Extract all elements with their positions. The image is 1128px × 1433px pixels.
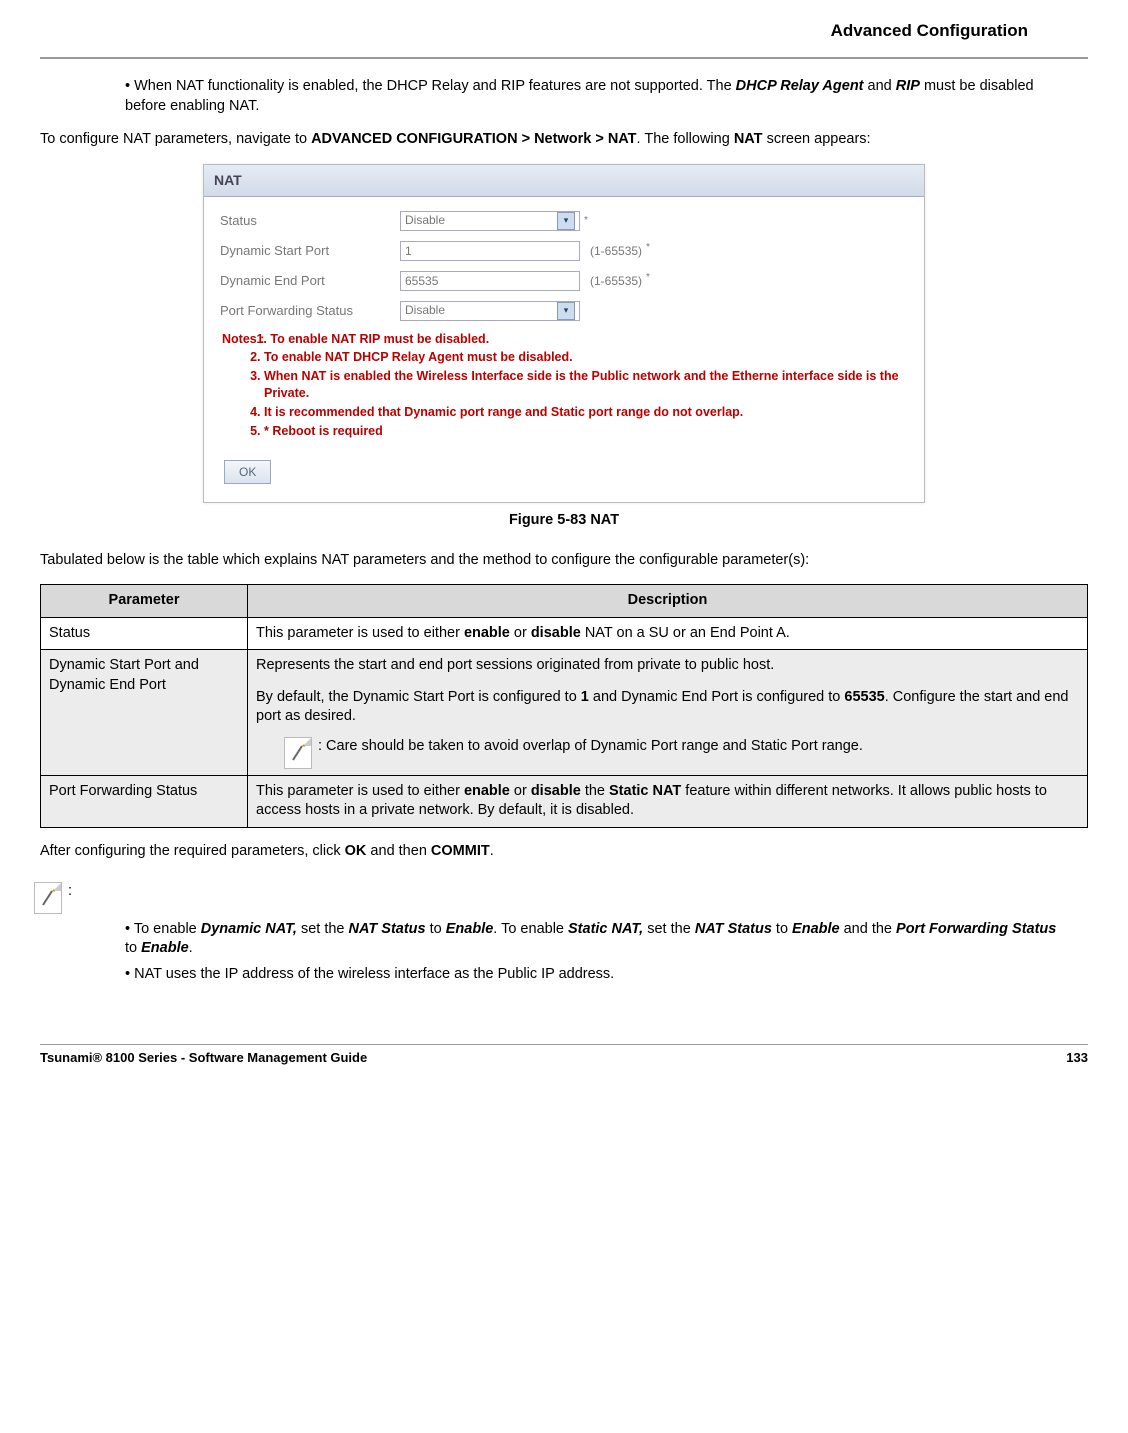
footer-title: Tsunami® 8100 Series - Software Manageme… <box>40 1049 367 1067</box>
range-dynamic-start: (1-65535)* <box>590 241 650 259</box>
parameters-table: Parameter Description Status This parame… <box>40 584 1088 828</box>
header-rule <box>40 57 1088 59</box>
bottom-note-list: • To enable Dynamic NAT, set the NAT Sta… <box>125 920 1068 985</box>
select-status[interactable]: Disable ▾ <box>400 211 580 231</box>
range-dynamic-end: (1-65535)* <box>590 271 650 289</box>
note-icon <box>284 737 312 769</box>
text: . The following <box>637 131 734 147</box>
note-item: It is recommended that Dynamic port rang… <box>264 404 908 421</box>
note-line: • To enable Dynamic NAT, set the NAT Sta… <box>125 920 1068 959</box>
input-dynamic-start[interactable] <box>400 241 580 261</box>
param-cell: Port Forwarding Status <box>41 775 248 827</box>
intro-bullet-block: • When NAT functionality is enabled, the… <box>125 77 1068 116</box>
table-row: Dynamic Start Port and Dynamic End Port … <box>41 650 1088 776</box>
label-dynamic-end: Dynamic End Port <box>220 272 400 290</box>
chevron-down-icon: ▾ <box>557 302 575 320</box>
row-port-forwarding: Port Forwarding Status Disable ▾ <box>220 301 908 321</box>
note-item: When NAT is enabled the Wireless Interfa… <box>264 368 908 402</box>
note-text: : Care should be taken to avoid overlap … <box>318 737 1079 757</box>
table-row: Status This parameter is used to either … <box>41 617 1088 650</box>
figure-caption: Figure 5-83 NAT <box>40 511 1088 531</box>
bottom-note-block: : <box>40 882 1088 914</box>
row-status: Status Disable ▾ * <box>220 211 908 231</box>
label-status: Status <box>220 212 400 230</box>
col-header-parameter: Parameter <box>41 585 248 618</box>
table-intro: Tabulated below is the table which expla… <box>40 551 1088 571</box>
page-section-header: Advanced Configuration <box>40 20 1088 51</box>
label-port-forwarding: Port Forwarding Status <box>220 302 400 320</box>
term-rip: RIP <box>896 78 920 94</box>
ok-button[interactable]: OK <box>224 460 271 484</box>
text: To configure NAT parameters, navigate to <box>40 131 311 147</box>
note-icon <box>34 882 62 914</box>
page-number: 133 <box>1066 1049 1088 1067</box>
note-item: * Reboot is required <box>264 423 908 440</box>
note-line: • NAT uses the IP address of the wireles… <box>125 965 1068 985</box>
text: • When NAT functionality is enabled, the… <box>125 78 736 94</box>
desc-cell: This parameter is used to either enable … <box>248 775 1088 827</box>
param-cell: Status <box>41 617 248 650</box>
note-item: To enable NAT RIP must be disabled. <box>264 331 908 348</box>
term-nat: NAT <box>734 131 763 147</box>
label-dynamic-start: Dynamic Start Port <box>220 242 400 260</box>
text: and <box>864 78 896 94</box>
page-footer: Tsunami® 8100 Series - Software Manageme… <box>40 1044 1088 1067</box>
desc-cell: This parameter is used to either enable … <box>248 617 1088 650</box>
colon: : <box>68 882 72 902</box>
desc-cell: Represents the start and end port sessio… <box>248 650 1088 776</box>
select-port-forwarding-value: Disable <box>405 302 445 318</box>
table-row: Port Forwarding Status This parameter is… <box>41 775 1088 827</box>
row-dynamic-start: Dynamic Start Port (1-65535)* <box>220 241 908 261</box>
select-status-value: Disable <box>405 212 445 228</box>
panel-notes: Notes : To enable NAT RIP must be disabl… <box>222 331 908 442</box>
nat-screenshot-panel: NAT Status Disable ▾ * Dynamic Start Por… <box>203 164 925 503</box>
term-dhcp-relay-agent: DHCP Relay Agent <box>736 78 864 94</box>
col-header-description: Description <box>248 585 1088 618</box>
select-port-forwarding[interactable]: Disable ▾ <box>400 301 580 321</box>
config-paragraph: To configure NAT parameters, navigate to… <box>40 130 1088 150</box>
row-dynamic-end: Dynamic End Port (1-65535)* <box>220 271 908 291</box>
panel-title: NAT <box>204 165 924 197</box>
nav-path: ADVANCED CONFIGURATION > Network > NAT <box>311 131 636 147</box>
text: screen appears: <box>763 131 871 147</box>
note-item: To enable NAT DHCP Relay Agent must be d… <box>264 349 908 366</box>
panel-body: Status Disable ▾ * Dynamic Start Port (1… <box>204 197 924 502</box>
param-cell: Dynamic Start Port and Dynamic End Port <box>41 650 248 776</box>
chevron-down-icon: ▾ <box>557 212 575 230</box>
input-dynamic-end[interactable] <box>400 271 580 291</box>
after-table-paragraph: After configuring the required parameter… <box>40 842 1088 862</box>
asterisk-icon: * <box>584 214 588 228</box>
